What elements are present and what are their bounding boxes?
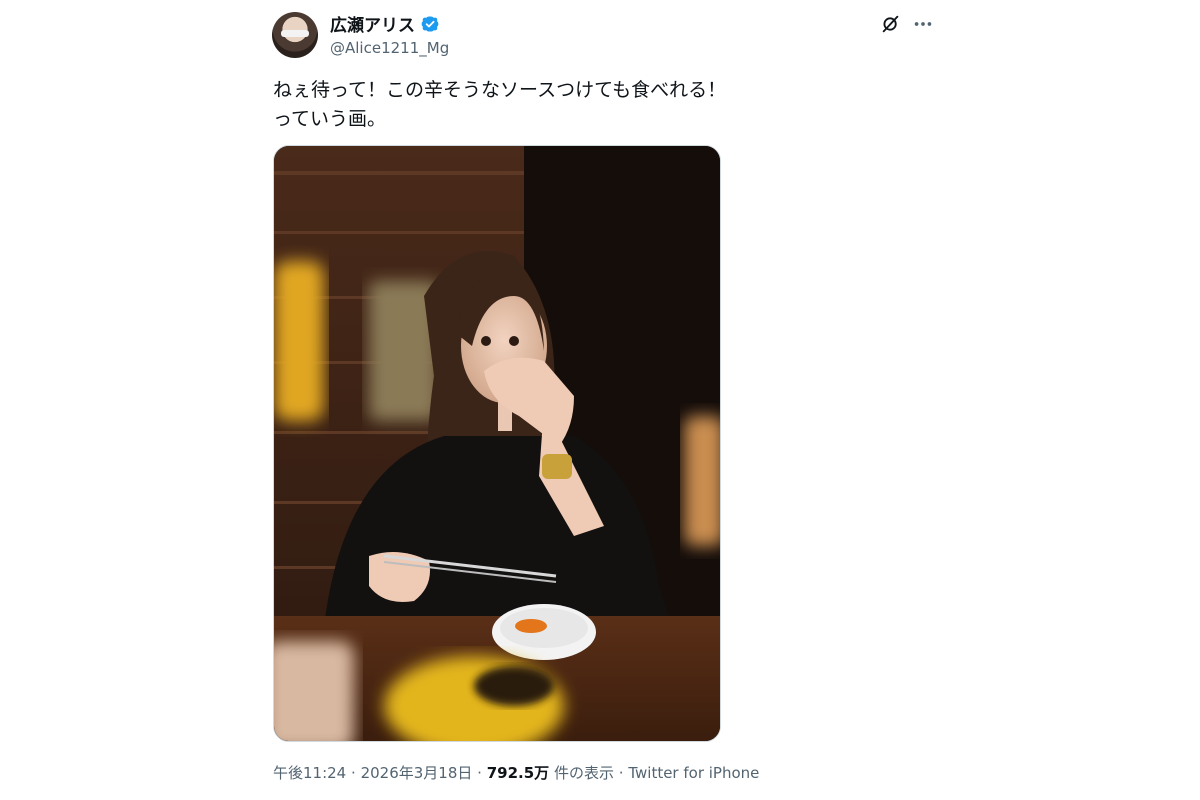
display-name[interactable]: 広瀬アリス [330,11,415,36]
tweet-source[interactable]: Twitter for iPhone [628,764,759,782]
tweet-photo[interactable] [273,145,721,742]
photo-image [274,146,720,741]
meta-separator: · [477,764,482,782]
views-count: 792.5万 [486,764,550,782]
views-label: 件の表示 [553,764,614,782]
tweet-meta: 午後11:24 · 2026年3月18日 · 792.5万 件の表示 · Twi… [273,762,759,783]
tweet-text: ねぇ待って！この辛そうなソースつけても食べれる！ っていう画。 [273,79,727,130]
verified-badge-icon [421,16,439,31]
grok-icon[interactable] [880,13,902,35]
tweet-detail: 広瀬アリス @Alice1211_Mg ねぇ待って！この辛そうなソースつけても食… [0,0,1200,800]
avatar[interactable] [272,12,318,58]
meta-separator: · [618,764,624,782]
more-icon[interactable] [912,13,934,35]
meta-separator: · [351,764,356,782]
tweet-date[interactable]: 2026年3月18日 [361,764,473,782]
author-handle[interactable]: @Alice1211_Mg [330,39,449,57]
author-name-row: 広瀬アリス [330,11,440,36]
tweet-time[interactable]: 午後11:24 [273,764,346,782]
